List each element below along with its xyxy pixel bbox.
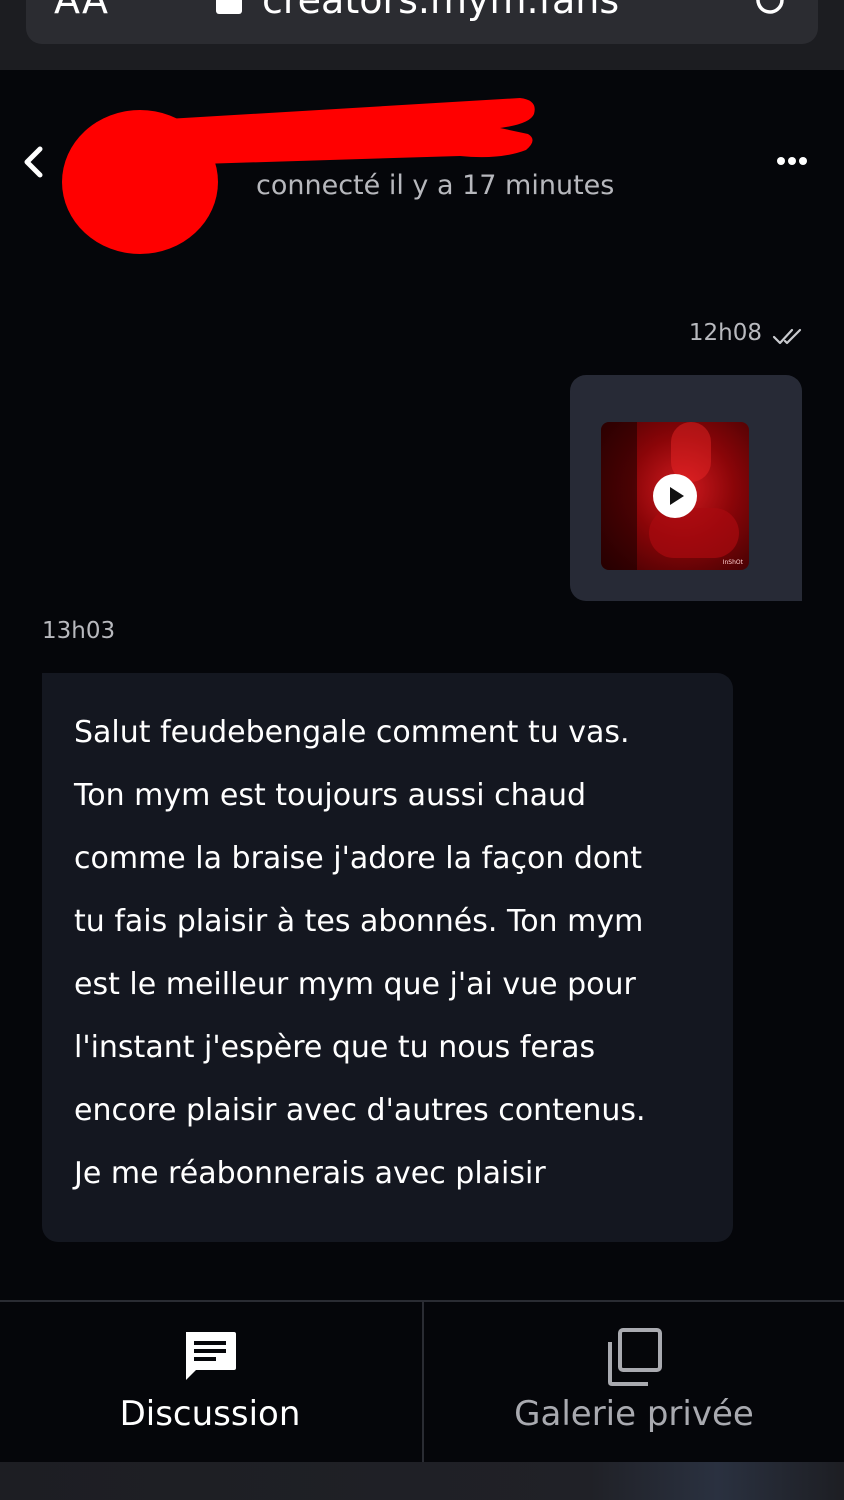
reload-icon[interactable] — [752, 0, 788, 18]
message-line: comme la braise j'adore la façon dont — [74, 841, 643, 876]
chat-header: connecté il y a 17 minutes — [0, 70, 844, 270]
message-line: l'instant j'espère que tu nous feras — [74, 1030, 596, 1065]
message-line: Salut feudebengale comment tu vas. — [74, 715, 630, 750]
text-size-button[interactable]: AA — [54, 0, 109, 22]
message-line: Je me réabonnerais avec plaisir — [74, 1156, 546, 1191]
browser-address-bar: AA creators.mym.fans — [0, 0, 844, 70]
outgoing-video-message[interactable]: InShOt — [570, 375, 802, 601]
lock-icon — [216, 0, 242, 14]
thumbnail-shadow — [601, 422, 637, 570]
incoming-text-message[interactable]: Salut feudebengale comment tu vas. Ton m… — [42, 673, 733, 1242]
url-text[interactable]: creators.mym.fans — [262, 0, 619, 22]
tab-label: Galerie privée — [514, 1394, 754, 1434]
chat-screen: AA creators.mym.fans connecté il y a 17 … — [0, 0, 844, 1500]
presence-status: connecté il y a 17 minutes — [256, 170, 615, 201]
thumbnail-highlight — [671, 422, 711, 482]
message-line: est le meilleur mym que j'ai vue pour — [74, 967, 636, 1002]
chat-icon — [186, 1332, 236, 1380]
double-check-icon — [772, 328, 802, 345]
gallery-icon — [608, 1328, 662, 1386]
system-bottom-strip — [0, 1462, 844, 1500]
play-icon[interactable] — [653, 474, 697, 518]
message-time: 13h03 — [42, 618, 116, 644]
message-line: Ton mym est toujours aussi chaud — [74, 778, 587, 813]
chevron-left-icon[interactable] — [18, 144, 48, 180]
video-thumbnail[interactable]: InShOt — [601, 422, 749, 570]
tab-label: Discussion — [119, 1394, 301, 1434]
message-line: encore plaisir avec d'autres contenus. — [74, 1093, 646, 1128]
message-line: tu fais plaisir à tes abonnés. Ton mym — [74, 904, 644, 939]
tab-discussion[interactable]: Discussion — [0, 1302, 420, 1462]
more-horizontal-icon[interactable] — [776, 156, 808, 166]
tab-private-gallery[interactable]: Galerie privée — [424, 1302, 844, 1462]
thumbnail-watermark: InShOt — [722, 559, 743, 566]
message-time: 12h08 — [688, 320, 762, 346]
bottom-tab-bar: Discussion Galerie privée — [0, 1300, 844, 1462]
